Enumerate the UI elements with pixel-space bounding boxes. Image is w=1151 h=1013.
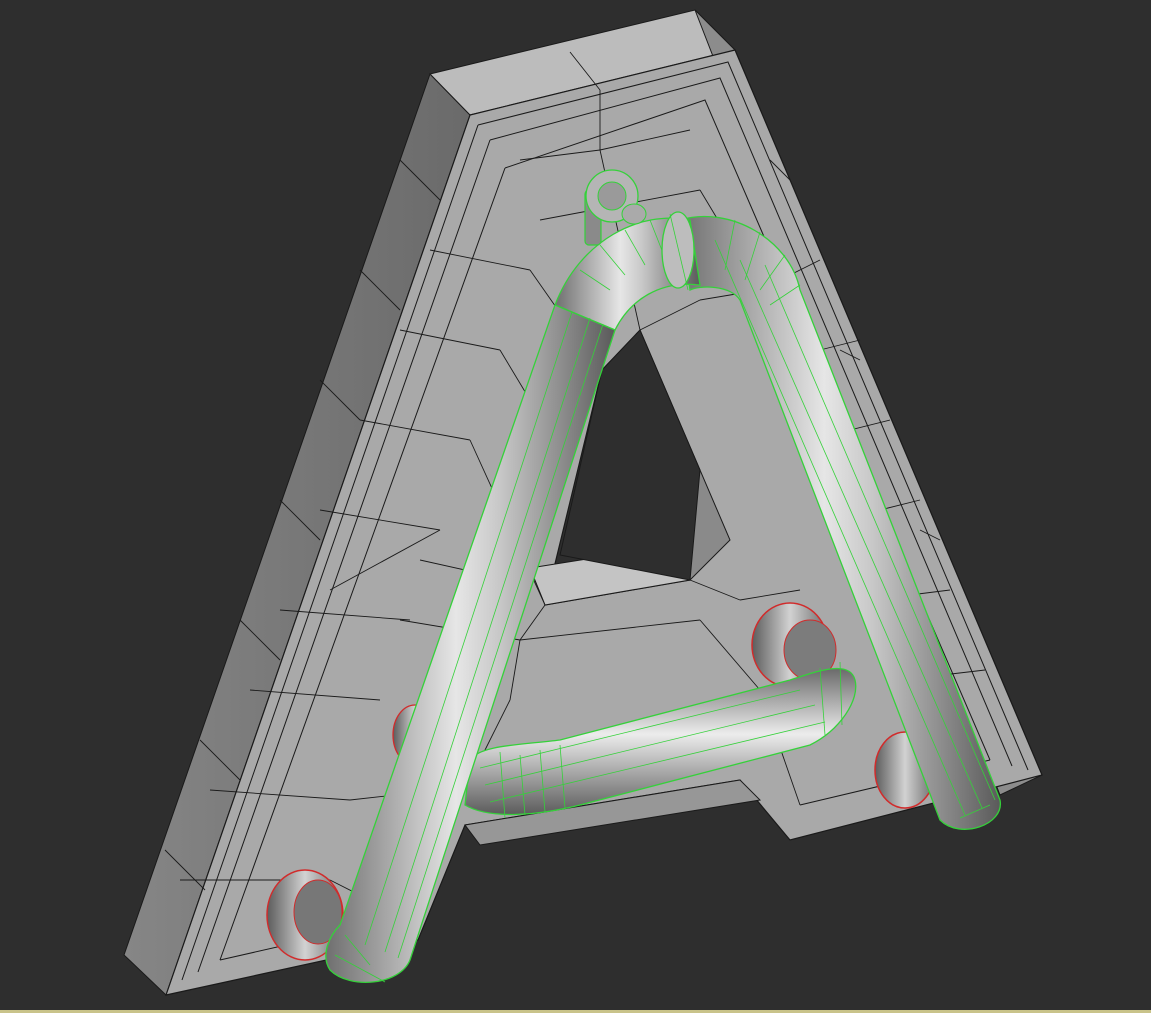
letter-a-body[interactable] [123, 9, 1043, 996]
3d-viewport[interactable] [0, 0, 1151, 1013]
tube-sleeve [661, 211, 695, 291]
viewport-scene[interactable] [0, 0, 1151, 1013]
